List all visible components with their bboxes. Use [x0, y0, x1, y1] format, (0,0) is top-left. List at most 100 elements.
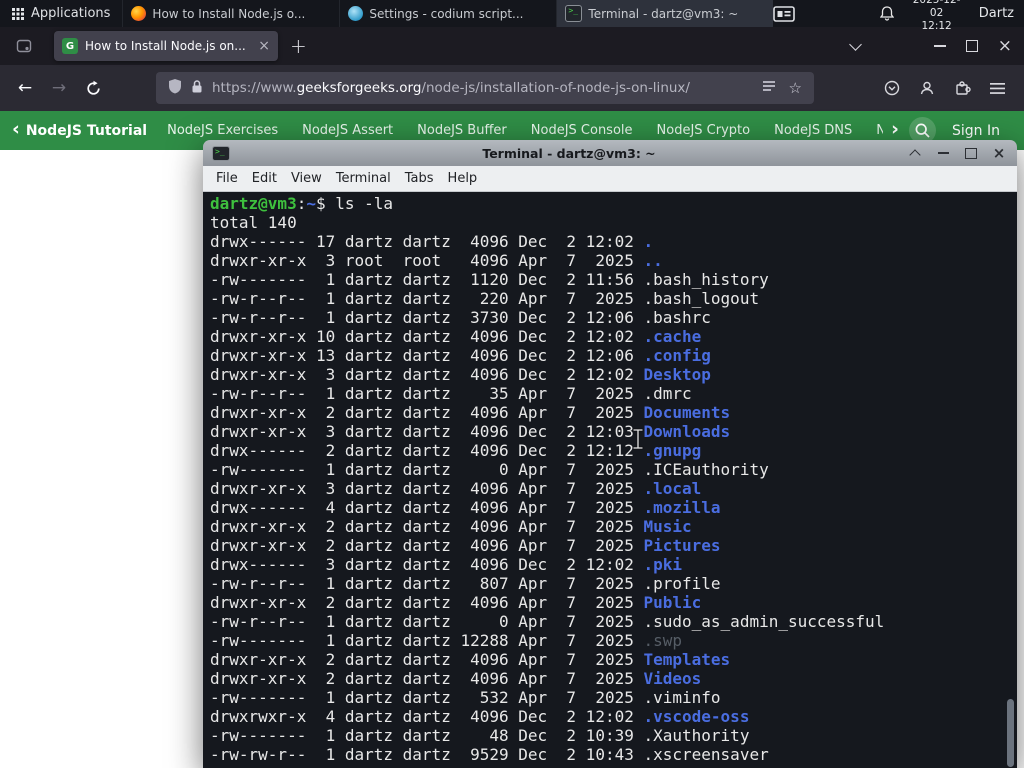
terminal-line: -rw-r--r-- 1 dartz dartz 807 Apr 7 2025 …: [210, 574, 721, 593]
terminal-menu-tabs[interactable]: Tabs: [398, 171, 441, 186]
desktop: Applications How to Install Node.js o...…: [0, 0, 1024, 768]
terminal-line: drwxr-xr-x 13 dartz dartz 4096 Dec 2 12:…: [210, 346, 711, 365]
gfg-nav-item-active[interactable]: NodeJS Tutorial: [26, 123, 147, 139]
terminal-menu-file[interactable]: File: [209, 171, 245, 186]
gfg-nav-item[interactable]: NodeJS Console: [531, 123, 633, 138]
terminal-scrollbar[interactable]: [1007, 699, 1014, 767]
menu-hamburger-icon[interactable]: [980, 71, 1014, 105]
terminal-line: drwxr-xr-x 2 dartz dartz 4096 Apr 7 2025…: [210, 593, 702, 612]
extensions-puzzle-icon[interactable]: [945, 71, 979, 105]
list-tabs-chevron-icon[interactable]: [848, 37, 862, 51]
toolbar-right-icons: [875, 71, 1016, 105]
window-controls: ×: [848, 37, 1024, 55]
terminal-line: drwxr-xr-x 2 dartz dartz 4096 Apr 7 2025…: [210, 650, 731, 669]
browser-toolbar: ← → https://www.geeksforgeeks.org/node-j…: [0, 65, 1024, 111]
tab-favicon-gfg-icon: G: [62, 38, 78, 54]
terminal-line: -rw------- 1 dartz dartz 532 Apr 7 2025 …: [210, 688, 721, 707]
terminal-minimize-icon[interactable]: [936, 146, 950, 160]
panel-window-title: Terminal - dartz@vm3: ~: [588, 6, 739, 21]
gfg-nav-item[interactable]: Node: [876, 123, 883, 138]
terminal-menu-view[interactable]: View: [284, 171, 329, 186]
terminal-shade-icon[interactable]: [908, 146, 922, 161]
browser-tab[interactable]: G How to Install Node.js on... ×: [54, 31, 278, 61]
gfg-nav-item[interactable]: NodeJS Assert: [302, 123, 393, 138]
lock-icon[interactable]: [191, 79, 203, 98]
terminal-title: Terminal - dartz@vm3: ~: [482, 145, 656, 161]
terminal-line: drwxr-xr-x 3 dartz dartz 4096 Apr 7 2025…: [210, 479, 702, 498]
window-minimize-icon[interactable]: [933, 45, 946, 47]
panel-window-button[interactable]: Terminal - dartz@vm3: ~: [556, 0, 774, 27]
nav-scroll-right-icon[interactable]: ›: [891, 120, 899, 139]
panel-indicators: 2025-12-02 12:12 Dartz: [773, 0, 1024, 32]
url-path: /node-js/installation-of-node-js-on-linu…: [421, 80, 690, 96]
terminal-titlebar[interactable]: Terminal - dartz@vm3: ~ ×: [203, 140, 1017, 166]
terminal-line: drwxr-xr-x 3 root root 4096 Apr 7 2025 .…: [210, 251, 663, 270]
forward-icon[interactable]: →: [42, 71, 76, 105]
terminal-icon: [565, 5, 583, 22]
panel-window-title: Settings - codium script...: [369, 6, 524, 21]
terminal-line: dartz@vm3:~$ ls -la: [210, 194, 394, 213]
terminal-line: drwxr-xr-x 10 dartz dartz 4096 Dec 2 12:…: [210, 327, 702, 346]
terminal-line: drwx------ 2 dartz dartz 4096 Dec 2 12:1…: [210, 441, 702, 460]
settings-icon: [348, 6, 364, 21]
terminal-line: drwxr-xr-x 2 dartz dartz 4096 Apr 7 2025…: [210, 403, 731, 422]
terminal-line: -rw------- 1 dartz dartz 1120 Dec 2 11:5…: [210, 270, 769, 289]
account-icon[interactable]: [910, 71, 944, 105]
url-text: https://www.geeksforgeeks.org/node-js/in…: [212, 80, 690, 96]
url-host: geeksforgeeks.org: [296, 80, 422, 96]
clock-date: 2025-12-02: [913, 0, 961, 19]
terminal-line: drwxr-xr-x 2 dartz dartz 4096 Apr 7 2025…: [210, 669, 702, 688]
sign-in-button[interactable]: Sign In: [952, 123, 1000, 139]
tracking-shield-icon[interactable]: [168, 78, 182, 98]
nav-scroll-left-icon[interactable]: ‹: [12, 120, 20, 139]
gfg-nav-item[interactable]: NodeJS Exercises: [167, 123, 278, 138]
applications-label: Applications: [31, 6, 111, 21]
back-icon[interactable]: ←: [8, 71, 42, 105]
reload-icon[interactable]: [76, 71, 110, 105]
terminal-line: drwxr-xr-x 3 dartz dartz 4096 Dec 2 12:0…: [210, 422, 731, 441]
terminal-maximize-icon[interactable]: [964, 146, 978, 160]
applications-grid-icon: [12, 7, 24, 20]
bookmark-star-icon[interactable]: ☆: [789, 80, 802, 96]
tab-close-icon[interactable]: ×: [258, 39, 270, 53]
pocket-icon[interactable]: [875, 71, 909, 105]
tab-title: How to Install Node.js on...: [85, 39, 246, 53]
panel-window-button[interactable]: Settings - codium script...: [339, 0, 556, 27]
tray-terminal-icon[interactable]: [773, 5, 796, 22]
terminal-line: -rw-rw-r-- 1 dartz dartz 9529 Dec 2 10:4…: [210, 745, 769, 764]
clock-time: 12:12: [921, 20, 952, 33]
terminal-window: Terminal - dartz@vm3: ~ × FileEditViewTe…: [203, 140, 1017, 768]
top-panel: Applications How to Install Node.js o...…: [0, 0, 1024, 32]
url-scheme: https://www.: [212, 80, 297, 96]
gfg-nav-item[interactable]: NodeJS DNS: [774, 123, 852, 138]
panel-window-list: How to Install Node.js o... Settings - co…: [122, 0, 774, 27]
terminal-output[interactable]: dartz@vm3:~$ ls -la total 140 drwx------ 1…: [203, 192, 1017, 768]
window-close-icon[interactable]: ×: [998, 37, 1012, 55]
terminal-line: drwx------ 3 dartz dartz 4096 Dec 2 12:0…: [210, 555, 683, 574]
panel-user-label[interactable]: Dartz: [979, 6, 1014, 21]
window-maximize-icon[interactable]: [965, 40, 978, 52]
applications-menu-button[interactable]: Applications: [0, 0, 122, 27]
firefox-view-icon[interactable]: [10, 33, 38, 59]
terminal-line: -rw------- 1 dartz dartz 48 Dec 2 10:39 …: [210, 726, 750, 745]
url-bar[interactable]: https://www.geeksforgeeks.org/node-js/in…: [156, 72, 814, 104]
terminal-menu-edit[interactable]: Edit: [245, 171, 284, 186]
terminal-menu-terminal[interactable]: Terminal: [329, 171, 398, 186]
terminal-line: drwxrwxr-x 4 dartz dartz 4096 Dec 2 12:0…: [210, 707, 750, 726]
panel-window-title: How to Install Node.js o...: [152, 6, 306, 21]
gfg-nav-item[interactable]: NodeJS Crypto: [657, 123, 751, 138]
notification-bell-icon[interactable]: [880, 6, 895, 21]
new-tab-button[interactable]: +: [290, 36, 307, 56]
terminal-line: -rw------- 1 dartz dartz 0 Apr 7 2025 .I…: [210, 460, 769, 479]
terminal-window-controls: ×: [908, 145, 1008, 161]
terminal-menu-help[interactable]: Help: [441, 171, 485, 186]
reader-mode-icon[interactable]: [762, 79, 776, 97]
firefox-icon: [131, 6, 147, 21]
terminal-line: -rw-r--r-- 1 dartz dartz 0 Apr 7 2025 .s…: [210, 612, 885, 631]
gfg-nav-item[interactable]: NodeJS Buffer: [417, 123, 507, 138]
panel-clock[interactable]: 2025-12-02 12:12: [909, 0, 963, 33]
panel-window-button[interactable]: How to Install Node.js o...: [122, 0, 339, 27]
terminal-close-icon[interactable]: ×: [992, 145, 1006, 160]
terminal-line: drwxr-xr-x 2 dartz dartz 4096 Apr 7 2025…: [210, 517, 692, 536]
terminal-line: drwxr-xr-x 3 dartz dartz 4096 Dec 2 12:0…: [210, 365, 711, 384]
